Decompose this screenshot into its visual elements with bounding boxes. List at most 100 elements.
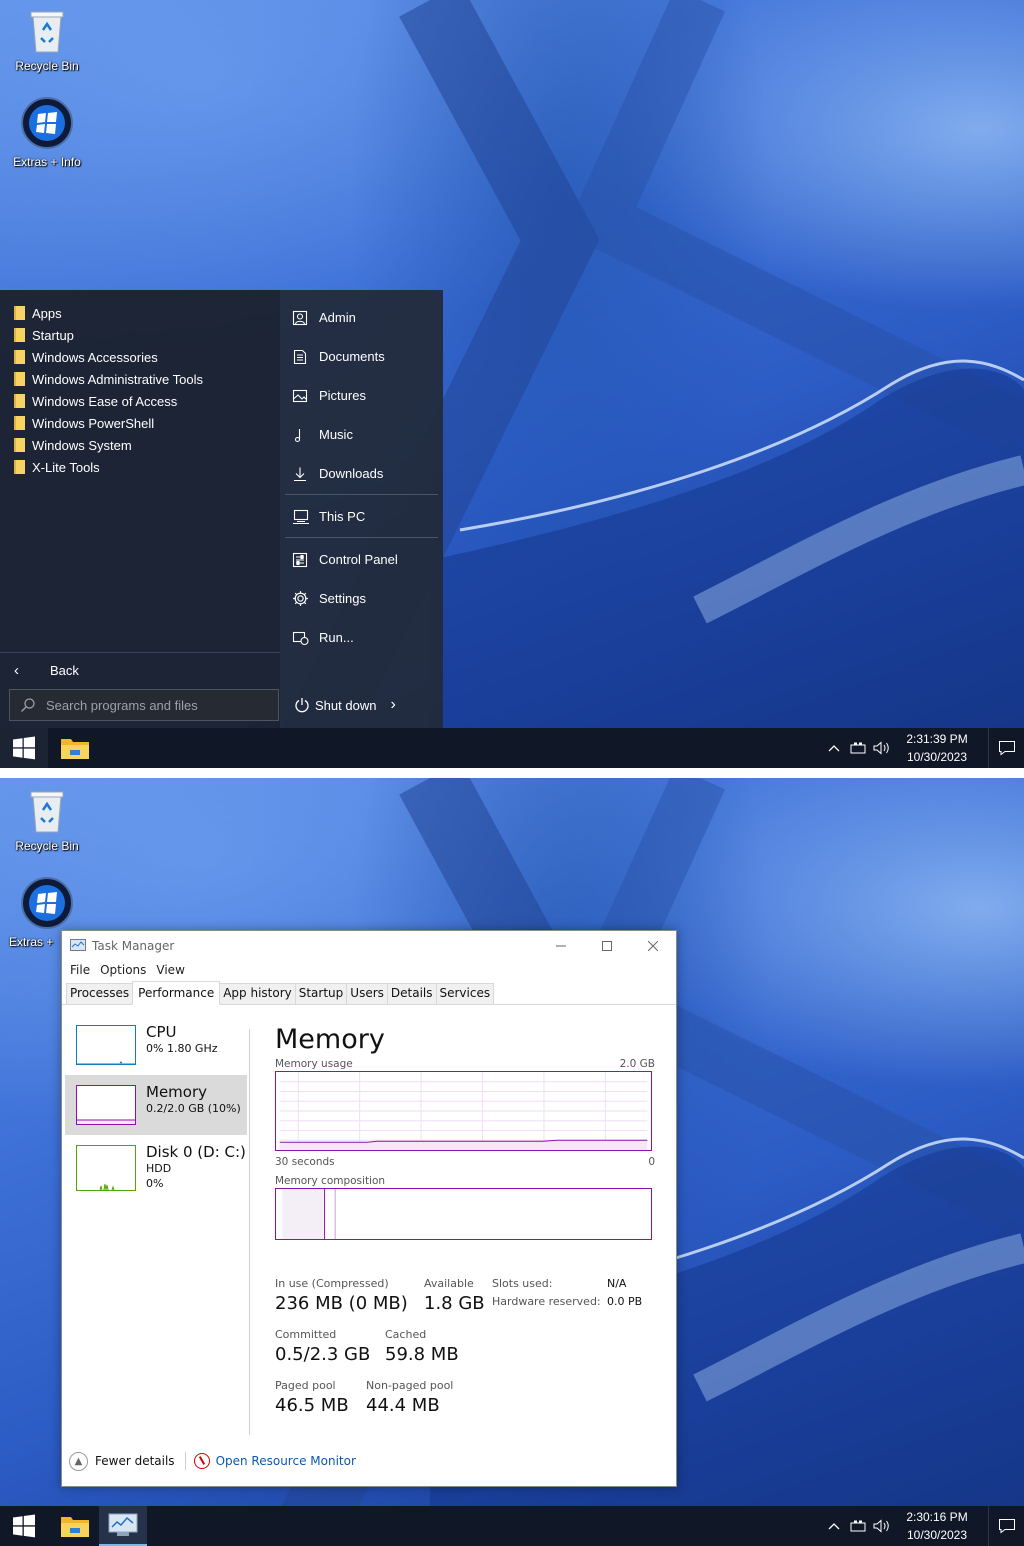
tab-services[interactable]: Services	[435, 983, 495, 1004]
tab-users[interactable]: Users	[346, 983, 388, 1004]
maximize-button[interactable]	[584, 931, 630, 961]
gear-icon	[292, 590, 319, 607]
tab-startup[interactable]: Startup	[294, 983, 348, 1004]
music-icon	[292, 427, 319, 443]
place-settings[interactable]: Settings	[285, 579, 438, 618]
minimize-button[interactable]	[538, 931, 584, 961]
control-panel-icon	[292, 552, 319, 568]
window-footer: ▲ Fewer details Open Resource Monitor	[62, 1436, 676, 1486]
folder-windows-accessories[interactable]: Windows Accessories	[14, 346, 203, 368]
tab-app-history[interactable]: App history	[219, 983, 296, 1004]
file-explorer-taskbar-button[interactable]	[51, 728, 99, 768]
place-documents[interactable]: Documents	[285, 337, 438, 376]
action-center-button[interactable]	[988, 728, 1024, 768]
fewer-details-button[interactable]: ▲ Fewer details	[69, 1451, 175, 1471]
stat-in-use: In use (Compressed) 236 MB (0 MB)	[275, 1277, 408, 1314]
download-icon	[292, 466, 319, 482]
memory-usage-max: 2.0 GB	[619, 1058, 655, 1070]
start-menu-programs-pane: Apps Startup Windows Accessories Windows…	[0, 290, 280, 728]
stat-cached: Cached 59.8 MB	[385, 1328, 459, 1365]
folder-windows-administrative-tools[interactable]: Windows Administrative Tools	[14, 368, 203, 390]
folder-startup[interactable]: Startup	[14, 324, 203, 346]
task-manager-taskbar-button[interactable]	[99, 1506, 147, 1546]
page-title: Memory	[275, 1024, 385, 1055]
recycle-bin-desktop-icon[interactable]: Recycle Bin	[2, 8, 92, 73]
recycle-bin-desktop-icon[interactable]: Recycle Bin	[2, 788, 92, 853]
tab-details[interactable]: Details	[386, 983, 437, 1004]
folder-windows-system[interactable]: Windows System	[14, 434, 203, 456]
start-menu-places-pane: Admin Documents Pictures Music Downloads	[285, 290, 438, 657]
performance-sidebar: CPU 0% 1.80 GHz Memory 0.2/2.0 GB (10%) …	[65, 1015, 247, 1195]
recycle-bin-label: Recycle Bin	[15, 839, 79, 853]
folder-apps[interactable]: Apps	[14, 302, 203, 324]
system-tray: 2:31:39 PM 10/30/2023	[822, 728, 1024, 768]
sidebar-item-memory[interactable]: Memory 0.2/2.0 GB (10%)	[65, 1075, 247, 1135]
place-this-pc[interactable]: This PC	[285, 497, 438, 536]
window-controls	[538, 931, 676, 961]
graph-zero-label: 0	[648, 1156, 655, 1168]
task-manager-icon	[70, 939, 86, 951]
place-music[interactable]: Music	[285, 415, 438, 454]
place-pictures[interactable]: Pictures	[285, 376, 438, 415]
volume-icon[interactable]	[870, 728, 894, 768]
sidebar-item-cpu[interactable]: CPU 0% 1.80 GHz	[65, 1015, 247, 1075]
shutdown-button[interactable]: Shut down ›	[294, 690, 396, 720]
network-icon[interactable]	[846, 728, 870, 768]
open-resource-monitor-link[interactable]: Open Resource Monitor	[193, 1453, 356, 1469]
network-icon[interactable]	[846, 1506, 870, 1546]
action-center-button[interactable]	[988, 1506, 1024, 1546]
chevron-up-icon[interactable]	[822, 728, 846, 768]
menu-file[interactable]: File	[66, 961, 94, 981]
memory-usage-label: Memory usage	[275, 1058, 353, 1070]
start-button[interactable]	[0, 728, 48, 768]
extras-info-desktop-icon[interactable]: Extras + Info	[2, 96, 92, 169]
chevron-right-icon[interactable]: ›	[390, 696, 395, 714]
notification-icon	[998, 1519, 1015, 1534]
search-programs-input[interactable]: Search programs and files	[9, 689, 279, 721]
taskbar: 2:30:16 PM 10/30/2023	[0, 1506, 1024, 1546]
folder-icon	[14, 394, 25, 408]
place-control-panel[interactable]: Control Panel	[285, 540, 438, 579]
folder-icon	[14, 460, 25, 474]
graph-timespan-label: 30 seconds	[275, 1156, 335, 1168]
start-button[interactable]	[0, 1506, 48, 1546]
file-explorer-taskbar-button[interactable]	[51, 1506, 99, 1546]
stat-non-paged-pool: Non-paged pool 44.4 MB	[366, 1379, 454, 1416]
folder-icon	[14, 372, 25, 386]
minimize-icon	[556, 945, 566, 947]
sidebar-item-disk[interactable]: Disk 0 (D: C:) HDD 0%	[65, 1135, 247, 1195]
title-bar[interactable]: Task Manager	[62, 931, 676, 961]
place-run[interactable]: Run...	[285, 618, 438, 657]
search-icon	[10, 697, 46, 713]
menu-view[interactable]: View	[152, 961, 188, 981]
folder-windows-ease-of-access[interactable]: Windows Ease of Access	[14, 390, 203, 412]
stat-paged-pool: Paged pool 46.5 MB	[275, 1379, 349, 1416]
window-title: Task Manager	[92, 939, 175, 953]
back-button[interactable]: ‹ Back	[0, 652, 280, 688]
chevron-up-icon[interactable]	[822, 1506, 846, 1546]
clock[interactable]: 2:30:16 PM 10/30/2023	[902, 1508, 972, 1544]
place-downloads[interactable]: Downloads	[285, 454, 438, 493]
tab-processes[interactable]: Processes	[66, 983, 134, 1004]
user-icon	[292, 310, 319, 326]
disk-sparkline	[76, 1145, 136, 1191]
stat-slots-used: Slots used: N/A	[492, 1277, 627, 1290]
desktop-screen-start-menu: Recycle Bin Extras + Info Apps Startup W…	[0, 0, 1024, 768]
menu-separator	[285, 537, 438, 538]
pane-divider	[249, 1029, 250, 1435]
clock[interactable]: 2:31:39 PM 10/30/2023	[902, 730, 972, 766]
folder-windows-powershell[interactable]: Windows PowerShell	[14, 412, 203, 434]
tab-performance[interactable]: Performance	[132, 981, 221, 1005]
desktop-screen-task-manager: Recycle Bin Extras + Task Manager File O…	[0, 778, 1024, 1546]
place-admin[interactable]: Admin	[285, 298, 438, 337]
memory-composition-bar[interactable]	[275, 1188, 652, 1240]
windows-logo-icon	[13, 736, 35, 760]
menu-options[interactable]: Options	[96, 961, 150, 981]
folder-icon	[14, 438, 25, 452]
volume-icon[interactable]	[870, 1506, 894, 1546]
close-button[interactable]	[630, 931, 676, 961]
folder-x-lite-tools[interactable]: X-Lite Tools	[14, 456, 203, 478]
recycle-bin-icon	[30, 791, 64, 833]
clock-time: 2:31:39 PM	[906, 732, 968, 746]
cpu-sparkline	[76, 1025, 136, 1065]
